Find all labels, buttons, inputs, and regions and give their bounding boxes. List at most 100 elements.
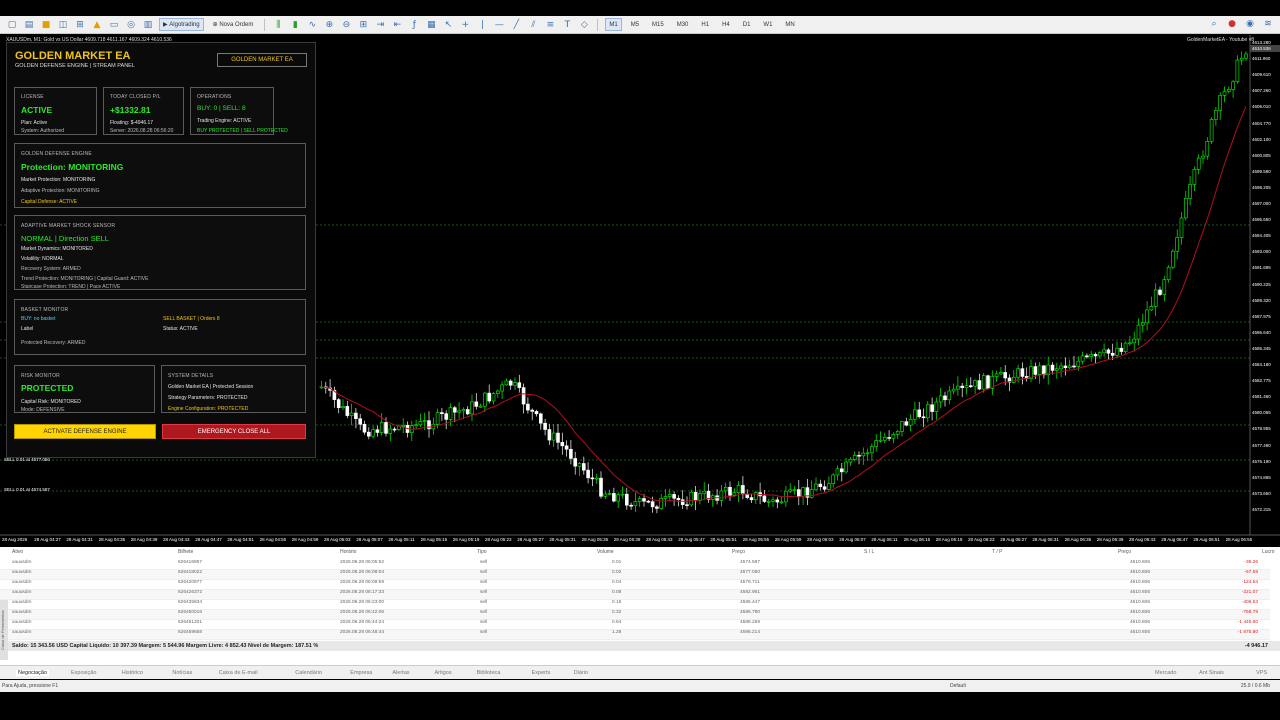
- tf-w1[interactable]: W1: [759, 18, 776, 31]
- position-row[interactable]: xauusdm 626416957 2026.08.28 06:05:52 sell 0…: [0, 560, 1270, 570]
- position-row[interactable]: xauusdm 626435834 2026.08.28 06:23:00 sell 0…: [0, 600, 1270, 610]
- candle-body: [526, 403, 530, 411]
- tf-d1[interactable]: D1: [739, 18, 755, 31]
- col-profit[interactable]: Lucro: [1262, 549, 1275, 555]
- indicators-icon[interactable]: ƒ: [408, 19, 420, 31]
- zoom-in-icon[interactable]: ⊕: [323, 19, 335, 31]
- search-icon[interactable]: ⌕: [1208, 18, 1220, 30]
- col-ticket[interactable]: Bilhete: [178, 549, 193, 555]
- candle-body: [1037, 365, 1042, 375]
- candle-body: [1067, 365, 1072, 369]
- tab-biblioteca[interactable]: Biblioteca: [477, 670, 501, 676]
- status-bar: Para Ajuda, pressione F1 Default 25.9 / …: [0, 680, 1280, 692]
- account-icon[interactable]: ◉: [1244, 18, 1256, 30]
- market-watch-icon[interactable]: ■: [40, 19, 52, 31]
- position-row[interactable]: xauusdm 626451201 2026.08.28 06:44:24 sell 0…: [0, 620, 1270, 630]
- tf-m5[interactable]: M5: [627, 18, 643, 31]
- tab-vps[interactable]: VPS: [1256, 670, 1267, 676]
- risk-caption: RISK MONITOR: [21, 373, 60, 379]
- col-asset[interactable]: Ativo: [12, 549, 23, 555]
- line-chart-icon[interactable]: ∿: [306, 19, 318, 31]
- autoscroll-icon[interactable]: ⇥: [374, 19, 386, 31]
- chart-shift-icon[interactable]: ⇤: [391, 19, 403, 31]
- crosshair-icon[interactable]: +: [459, 19, 471, 31]
- tab-negociao[interactable]: Negociação: [16, 670, 50, 676]
- data-window-icon[interactable]: ◫: [57, 19, 69, 31]
- tab-caixadeemail[interactable]: Caixa de E-mail: [219, 670, 258, 676]
- position-row[interactable]: xauusdm 626420977 2026.08.28 06:09:59 sell 0…: [0, 580, 1270, 590]
- position-row[interactable]: xauusdm 626459658 2026.08.28 06:48:44 sell 1…: [0, 630, 1270, 640]
- candle-body: [564, 445, 569, 450]
- candle-body: [745, 493, 750, 498]
- col-type[interactable]: Tipo: [477, 549, 487, 555]
- candle-body: [848, 458, 853, 463]
- position-cell: sell: [480, 590, 488, 595]
- algotrading-button[interactable]: ▶ Algotrading: [159, 18, 204, 31]
- col-current-price[interactable]: Preço: [1118, 549, 1131, 555]
- tab-calendrio[interactable]: Calendário: [295, 670, 322, 676]
- navigator-icon[interactable]: ⊞: [74, 19, 86, 31]
- tab-artigos[interactable]: Artigos: [435, 670, 452, 676]
- signal-icon[interactable]: ≋: [1262, 18, 1274, 30]
- tf-m1[interactable]: M1: [605, 18, 622, 31]
- col-time[interactable]: Horário: [340, 549, 356, 555]
- time-tick: 28 Aug 06:27: [1000, 537, 1027, 542]
- new-chart-icon[interactable]: ▢: [6, 19, 18, 31]
- candle-body: [642, 498, 646, 502]
- position-row[interactable]: xauusdm 626418022 2026.08.28 06:08:04 sell 0…: [0, 570, 1270, 580]
- tf-m30[interactable]: M30: [673, 18, 693, 31]
- col-sl[interactable]: S / L: [864, 549, 874, 555]
- position-row[interactable]: xauusdm 626450016 2026.08.28 06:42:06 sell 0…: [0, 610, 1270, 620]
- tab-antsinais[interactable]: Ant Sinais: [1199, 670, 1224, 676]
- position-cell: -768.79: [1241, 610, 1258, 615]
- toolbox-side-tab[interactable]: Caixa de Ferramentas: [0, 600, 8, 660]
- tab-mercado[interactable]: Mercado: [1155, 670, 1176, 676]
- price-tick: 4604.770: [1252, 120, 1271, 126]
- zoom-out-icon[interactable]: ⊖: [340, 19, 352, 31]
- trendline-icon[interactable]: ╱: [510, 19, 522, 31]
- activate-defense-button[interactable]: ACTIVATE DEFENSE ENGINE: [14, 424, 156, 439]
- tab-dirio[interactable]: Diário: [574, 670, 588, 676]
- basket-caption: BASKET MONITOR: [21, 307, 69, 313]
- emergency-close-button[interactable]: EMERGENCY CLOSE ALL: [162, 424, 306, 439]
- col-tp[interactable]: T / P: [992, 549, 1002, 555]
- editor-icon[interactable]: ◎: [125, 19, 137, 31]
- new-order-button[interactable]: ⊕ Nova Ordem: [209, 18, 258, 31]
- cursor-icon[interactable]: ↖: [442, 19, 454, 31]
- vertical-line-icon[interactable]: |: [476, 19, 488, 31]
- tab-empresa[interactable]: Empresa: [350, 670, 372, 676]
- candle-chart-icon[interactable]: ▮: [289, 19, 301, 31]
- notifications-icon[interactable]: ●: [1226, 18, 1238, 30]
- tester-icon[interactable]: ▥: [142, 19, 154, 31]
- tf-h4[interactable]: H4: [718, 18, 734, 31]
- text-icon[interactable]: T: [561, 19, 573, 31]
- time-tick: 28 Aug 05:31: [549, 537, 576, 542]
- candle-body: [921, 416, 926, 419]
- col-price[interactable]: Preço: [732, 549, 745, 555]
- lock-icon[interactable]: ▲: [91, 19, 103, 31]
- tile-windows-icon[interactable]: ⊞: [357, 19, 369, 31]
- shapes-icon[interactable]: ◇: [578, 19, 590, 31]
- profiles-icon[interactable]: ▤: [23, 19, 35, 31]
- tf-m15[interactable]: M15: [648, 18, 668, 31]
- templates-icon[interactable]: ▦: [425, 19, 437, 31]
- tab-histrico[interactable]: Histórico: [122, 670, 143, 676]
- tab-alertas[interactable]: Alertas: [392, 670, 409, 676]
- tab-experts[interactable]: Experts: [532, 670, 551, 676]
- channel-icon[interactable]: ⫽: [527, 19, 539, 31]
- position-row[interactable]: xauusdm 626426372 2026.08.28 06:17:33 sell 0…: [0, 590, 1270, 600]
- horizontal-line-icon[interactable]: —: [493, 19, 505, 31]
- time-tick: 28 Aug 06:15: [903, 537, 931, 542]
- terminal-icon[interactable]: ▭: [108, 19, 120, 31]
- tab-notcias[interactable]: Notícias: [172, 670, 192, 676]
- price-tick: 4574.865: [1252, 474, 1271, 480]
- tab-exposio[interactable]: Exposição: [71, 670, 96, 676]
- tf-mn[interactable]: MN: [781, 18, 798, 31]
- tf-h1[interactable]: H1: [697, 18, 713, 31]
- candle-body: [646, 500, 651, 503]
- candle-body: [771, 499, 775, 502]
- bar-chart-icon[interactable]: ⫼: [272, 19, 284, 31]
- col-volume[interactable]: Volume: [597, 549, 614, 555]
- price-tick: 4611.950: [1252, 56, 1271, 62]
- fibo-icon[interactable]: ≡: [544, 19, 556, 31]
